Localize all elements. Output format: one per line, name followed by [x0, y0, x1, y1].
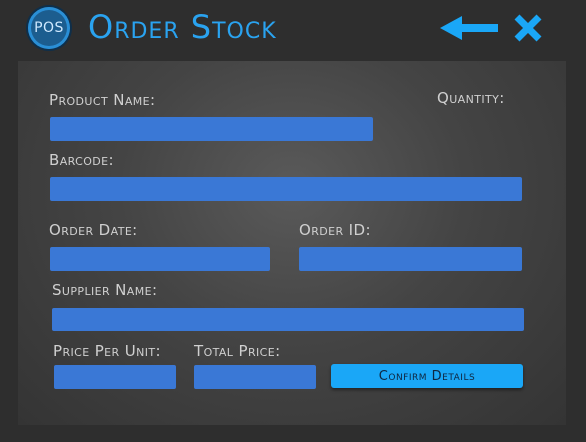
barcode-input[interactable] [50, 177, 522, 201]
price-per-unit-label: Price Per Unit: [53, 342, 161, 360]
product-name-label: Product Name: [49, 91, 156, 109]
supplier-name-input[interactable] [52, 308, 524, 331]
close-icon [514, 14, 542, 42]
product-name-input[interactable] [50, 117, 373, 141]
order-id-input[interactable] [299, 247, 522, 271]
quantity-label: Quantity: [437, 89, 505, 107]
total-price-label: Total Price: [194, 342, 281, 360]
header-bar: POS Order Stock [0, 0, 586, 60]
order-form-panel: Product Name: Quantity: Barcode: Order D… [18, 61, 566, 425]
page-title: Order Stock [88, 8, 277, 46]
supplier-name-label: Supplier Name: [52, 281, 158, 299]
logo-text: POS [34, 20, 64, 36]
order-date-label: Order Date: [49, 221, 138, 239]
back-button[interactable] [440, 14, 498, 42]
price-per-unit-input[interactable] [54, 365, 176, 389]
arrow-left-icon [440, 16, 498, 40]
barcode-label: Barcode: [49, 151, 114, 169]
order-id-label: Order ID: [299, 221, 371, 239]
close-button[interactable] [512, 12, 544, 44]
pos-logo: POS [28, 7, 70, 49]
confirm-details-button[interactable]: Confirm Details [331, 364, 523, 388]
order-date-input[interactable] [50, 247, 270, 271]
total-price-input[interactable] [194, 365, 316, 389]
